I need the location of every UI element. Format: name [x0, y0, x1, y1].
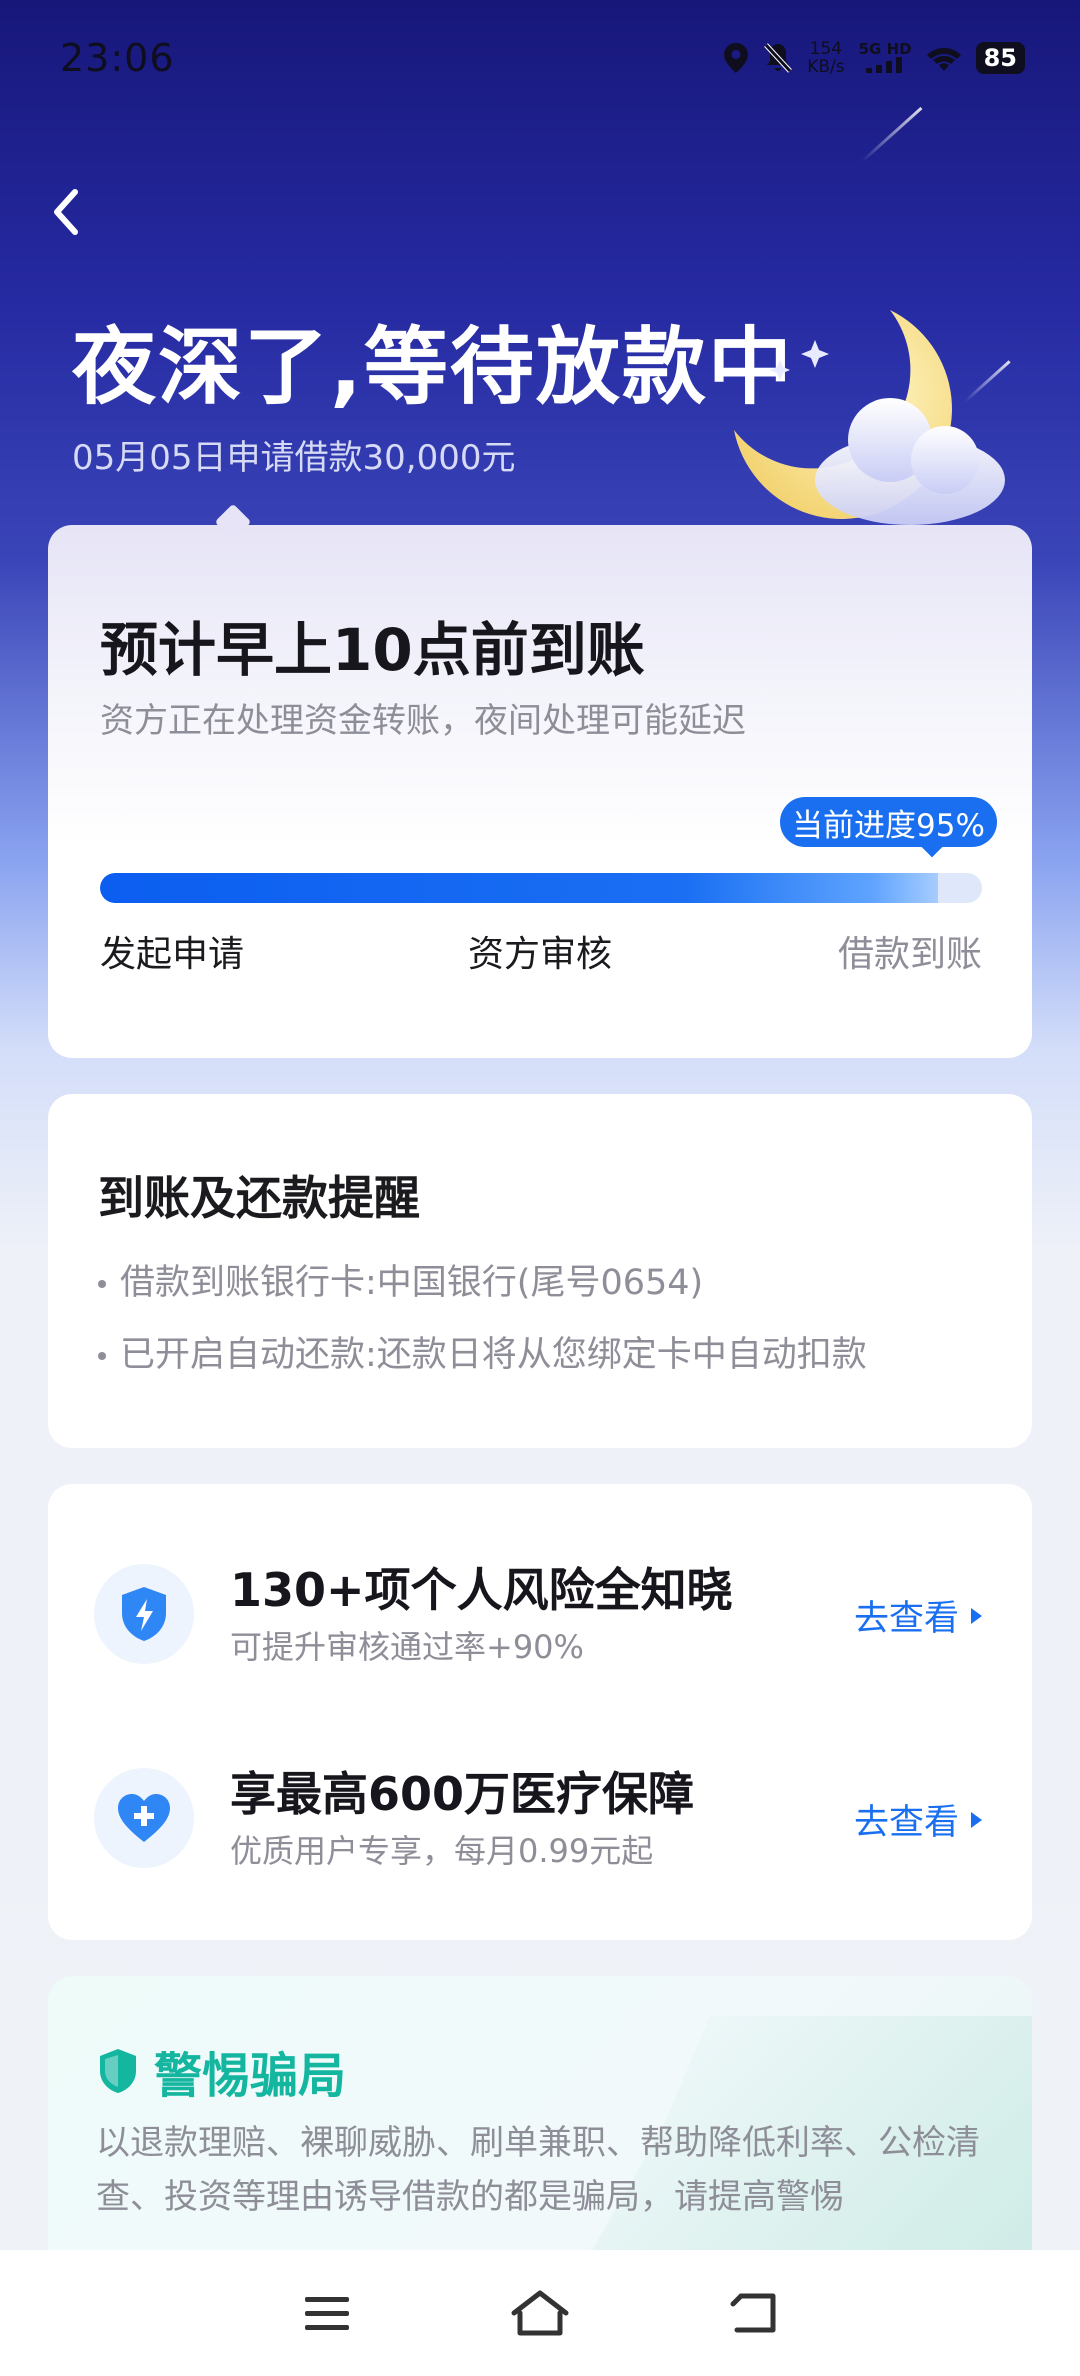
status-bar: 23:06 154 KB/s 5G HD 85: [60, 32, 1025, 84]
fraud-warning-text: 以退款理赔、裸聊威胁、刷单兼职、帮助降低利率、公检清查、投资等理由诱导借款的都是…: [96, 2123, 980, 2217]
reminder-auto-repay: 已开启自动还款:还款日将从您绑定卡中自动扣款: [98, 1326, 867, 1377]
bullet: [98, 1280, 106, 1288]
reminder-card: 到账及还款提醒 借款到账银行卡:中国银行(尾号0654) 已开启自动还款:还款日…: [48, 1094, 1032, 1448]
arrival-estimate: 预计早上10点前到账: [100, 616, 645, 684]
view-risk-report-link[interactable]: 去查看: [854, 1590, 983, 1641]
home-button[interactable]: [508, 2281, 572, 2345]
service-title: 130+项个人风险全知晓: [230, 1563, 733, 1617]
system-back-button[interactable]: [721, 2281, 785, 2345]
menu-icon: [304, 2297, 349, 2330]
back-icon: [730, 2293, 776, 2333]
services-card: 130+项个人风险全知晓 可提升审核通过率+90% 去查看 享最高600万医疗保…: [48, 1484, 1032, 1940]
shooting-star-decoration: [860, 106, 923, 163]
service-title: 享最高600万医疗保障: [230, 1767, 695, 1821]
card-pointer: [214, 503, 252, 541]
chevron-left-icon: [54, 189, 78, 235]
step-disbursed: 借款到账: [838, 934, 983, 975]
mute-icon: [764, 43, 793, 73]
loan-application-summary: 05月05日申请借款30,000元: [72, 438, 516, 478]
page-title: 夜深了,等待放款中: [72, 318, 794, 416]
wifi-icon: [926, 48, 961, 71]
fraud-warning-card: 警惕骗局 以退款理赔、裸聊威胁、刷单兼职、帮助降低利率、公检清查、投资等理由诱导…: [48, 1976, 1032, 2276]
shield-check-icon: [100, 2049, 136, 2093]
arrival-description: 资方正在处理资金转账，夜间处理可能延迟: [100, 701, 746, 741]
heart-plus-icon: [94, 1768, 194, 1868]
progress-bar: [100, 873, 982, 903]
step-review: 资方审核: [468, 934, 613, 975]
service-subtitle: 可提升审核通过率+90%: [230, 1628, 584, 1666]
shield-lightning-icon: [94, 1564, 194, 1664]
service-subtitle: 优质用户专享，每月0.99元起: [230, 1832, 654, 1870]
risk-report-row[interactable]: 130+项个人风险全知晓 可提升审核通过率+90% 去查看: [48, 1544, 1032, 1674]
bullet: [98, 1352, 106, 1360]
step-submit: 发起申请: [100, 934, 245, 975]
location-icon: [724, 43, 749, 73]
progress-bar-fill: [100, 873, 938, 903]
caret-right-icon: [971, 1811, 983, 1828]
back-button[interactable]: [45, 182, 105, 242]
signal-icon: 5G HD: [859, 41, 912, 76]
fraud-warning-title: 警惕骗局: [96, 2036, 346, 2106]
reminder-bank-card: 借款到账银行卡:中国银行(尾号0654): [98, 1254, 703, 1305]
status-icons: 154 KB/s 5G HD 85: [723, 40, 1025, 76]
caret-right-icon: [971, 1607, 983, 1624]
loan-progress-card: 预计早上10点前到账 资方正在处理资金转账，夜间处理可能延迟 当前进度95% 发…: [48, 503, 1032, 1058]
system-nav-bar: [0, 2250, 1080, 2376]
medical-insurance-row[interactable]: 享最高600万医疗保障 优质用户专享，每月0.99元起 去查看: [48, 1748, 1032, 1878]
battery-icon: 85: [975, 42, 1025, 74]
reminder-title: 到账及还款提醒: [98, 1171, 420, 1225]
status-time: 23:06: [60, 36, 175, 80]
menu-button[interactable]: [295, 2281, 359, 2345]
home-icon: [511, 2290, 569, 2336]
progress-badge: 当前进度95%: [780, 797, 997, 847]
network-speed: 154 KB/s: [807, 39, 845, 77]
view-medical-insurance-link[interactable]: 去查看: [854, 1794, 983, 1845]
moon-cloud-illustration: [734, 310, 1005, 525]
